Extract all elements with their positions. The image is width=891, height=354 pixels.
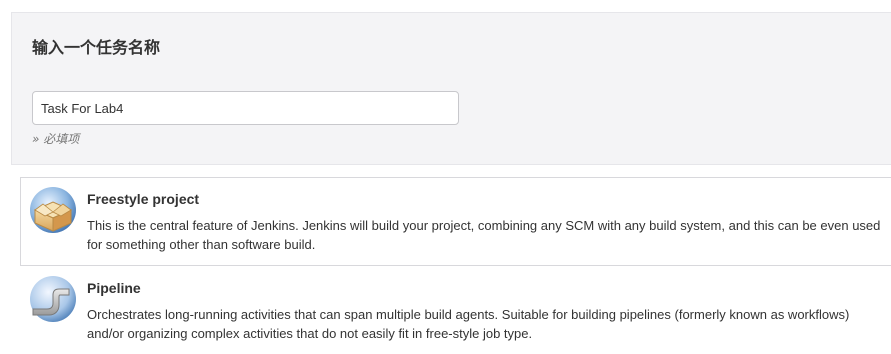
job-type-description: Orchestrates long-running activities tha… xyxy=(87,307,850,341)
item-name-panel: 输入一个任务名称 » 必填项 xyxy=(11,12,891,165)
job-type-pipeline[interactable]: Pipeline Orchestrates long-running activ… xyxy=(20,266,891,354)
job-type-list: Freestyle project This is the central fe… xyxy=(20,177,891,354)
item-name-input[interactable] xyxy=(32,91,459,125)
job-type-title: Freestyle project xyxy=(87,191,200,207)
new-item-page: 输入一个任务名称 » 必填项 xyxy=(0,0,891,354)
job-type-title: Pipeline xyxy=(87,280,141,296)
job-type-description: This is the central feature of Jenkins. … xyxy=(87,218,881,252)
freestyle-box-icon xyxy=(30,187,76,233)
required-field-hint: » 必填项 xyxy=(32,132,80,146)
pipeline-icon xyxy=(30,276,76,322)
job-type-freestyle[interactable]: Freestyle project This is the central fe… xyxy=(20,177,891,266)
item-name-title: 输入一个任务名称 xyxy=(32,38,161,57)
